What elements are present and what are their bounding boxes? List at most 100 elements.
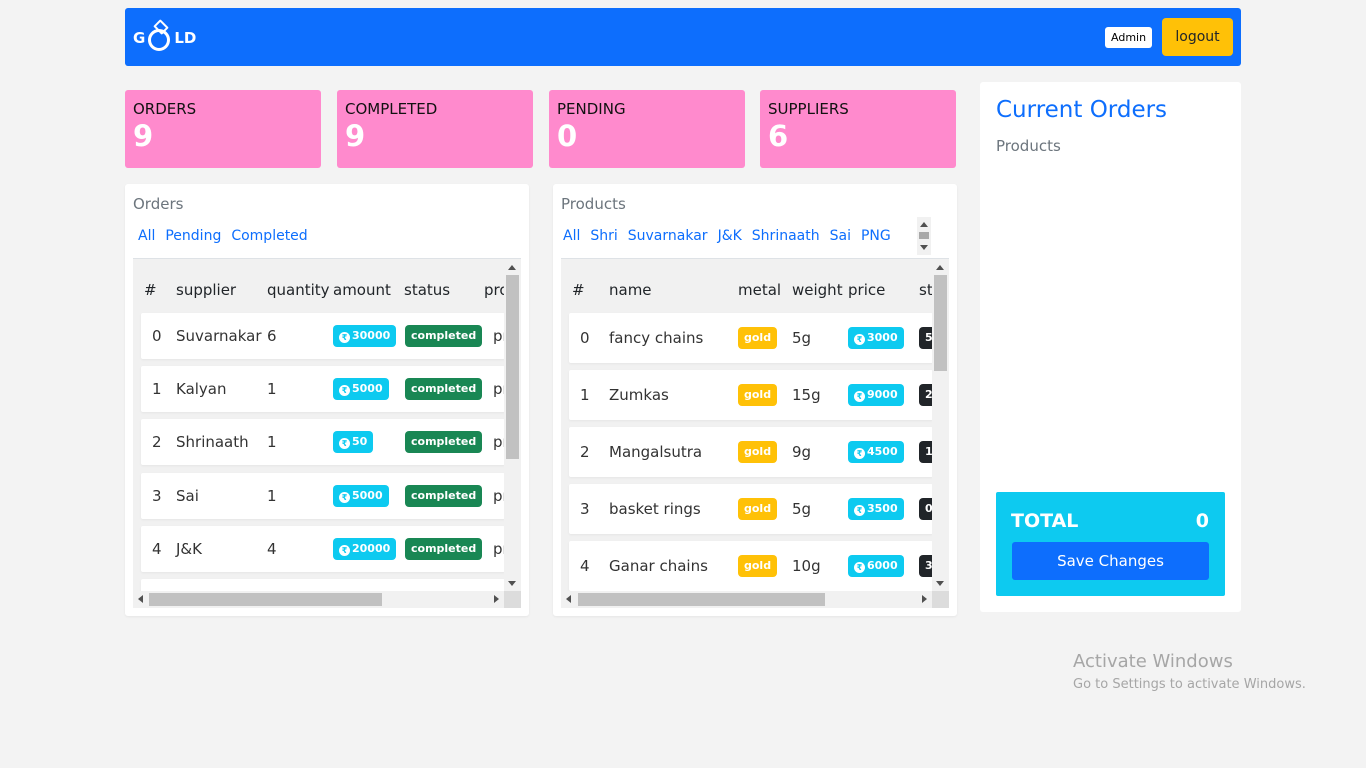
- table-row[interactable]: 3 Sai 1 ₹5000 completed pr: [141, 473, 505, 519]
- scroll-left-icon[interactable]: [566, 595, 571, 603]
- orders-panel: Orders All Pending Completed # supplier …: [125, 184, 529, 616]
- filter-pending[interactable]: Pending: [165, 228, 221, 244]
- table-row[interactable]: 2 Mangalsutra gold 9g ₹4500 1: [569, 427, 933, 477]
- scroll-left-icon[interactable]: [138, 595, 143, 603]
- table-row[interactable]: 4 Ganar chains gold 10g ₹6000 3: [569, 541, 933, 591]
- stock-value: 2: [919, 384, 933, 406]
- col-metal: metal: [738, 281, 782, 299]
- rupee-icon: ₹: [339, 492, 350, 503]
- table-row[interactable]: 1 Zumkas gold 15g ₹9000 2: [569, 370, 933, 420]
- scroll-up-icon[interactable]: [508, 265, 516, 270]
- scroll-up-icon[interactable]: [936, 265, 944, 270]
- stat-card-orders: ORDERS 9: [125, 90, 321, 168]
- products-panel-title: Products: [561, 195, 626, 213]
- orders-vertical-scrollbar[interactable]: [504, 259, 521, 592]
- metal-text: gold: [738, 498, 778, 520]
- logout-button[interactable]: logout: [1162, 18, 1233, 56]
- row-quantity: 6: [267, 327, 277, 345]
- table-row[interactable]: 0 Suvarnakar 6 ₹30000 completed pr: [141, 313, 505, 359]
- status-badge: completed: [405, 378, 483, 400]
- table-row[interactable]: 0 fancy chains gold 5g ₹3000 5: [569, 313, 933, 363]
- stat-card-completed: COMPLETED 9: [337, 90, 533, 168]
- stock-badge: 1: [919, 441, 933, 463]
- total-value: 0: [1195, 510, 1209, 532]
- row-name: basket rings: [609, 500, 701, 518]
- row-supplier: J&K: [176, 540, 202, 558]
- row-supplier: Kalyan: [176, 380, 227, 398]
- filter-jk[interactable]: J&K: [718, 228, 742, 244]
- status-text: completed: [405, 378, 483, 400]
- price-badge: ₹6000: [848, 555, 904, 577]
- scroll-right-icon[interactable]: [922, 595, 927, 603]
- amount-badge: ₹20000: [333, 538, 397, 560]
- metal-text: gold: [738, 327, 778, 349]
- status-text: completed: [405, 538, 483, 560]
- scroll-corner: [932, 591, 949, 608]
- row-index: 0: [152, 327, 162, 345]
- price-value: 4500: [867, 445, 898, 458]
- products-vertical-scrollbar[interactable]: [932, 259, 949, 592]
- amount-badge: ₹30000: [333, 325, 397, 347]
- filter-png[interactable]: PNG: [861, 228, 891, 244]
- ring-icon: [148, 29, 171, 51]
- stat-card-pending: PENDING 0: [549, 90, 745, 168]
- products-table-header: # name metal weight price st: [561, 259, 933, 319]
- filter-scrollbar[interactable]: [917, 217, 931, 255]
- status-text: completed: [405, 431, 483, 453]
- scroll-down-icon[interactable]: [920, 245, 928, 250]
- amount-value: 20000: [352, 542, 391, 555]
- metal-badge: gold: [738, 384, 778, 406]
- rupee-icon: ₹: [854, 391, 865, 402]
- logo-text-right: LD: [174, 29, 197, 47]
- scroll-up-icon[interactable]: [920, 222, 928, 227]
- admin-badge: Admin: [1105, 27, 1153, 48]
- products-table: # name metal weight price st 0 fancy cha…: [561, 258, 949, 608]
- save-changes-button[interactable]: Save Changes: [1012, 542, 1209, 580]
- scroll-thumb[interactable]: [506, 275, 519, 459]
- filter-all[interactable]: All: [563, 228, 580, 244]
- col-index: #: [572, 281, 585, 299]
- scroll-down-icon[interactable]: [508, 581, 516, 586]
- col-name: name: [609, 281, 652, 299]
- scroll-right-icon[interactable]: [494, 595, 499, 603]
- col-index: #: [144, 281, 157, 299]
- table-row[interactable]: 2 Shrinaath 1 ₹50 completed pr: [141, 419, 505, 465]
- orders-horizontal-scrollbar[interactable]: [133, 591, 504, 608]
- price-badge: ₹3500: [848, 498, 904, 520]
- row-quantity: 1: [267, 433, 277, 451]
- scroll-thumb[interactable]: [919, 232, 929, 239]
- row-weight: 15g: [792, 386, 821, 404]
- brand-logo[interactable]: G LD: [133, 23, 196, 53]
- status-text: completed: [405, 325, 483, 347]
- col-amount: amount: [333, 281, 391, 299]
- filter-sai[interactable]: Sai: [830, 228, 851, 244]
- activate-windows-subtitle: Go to Settings to activate Windows.: [1073, 677, 1306, 692]
- scroll-corner: [504, 591, 521, 608]
- amount-value: 5000: [352, 382, 383, 395]
- stock-badge: 0: [919, 498, 933, 520]
- stat-value: 0: [557, 119, 578, 153]
- metal-text: gold: [738, 441, 778, 463]
- scroll-thumb[interactable]: [578, 593, 825, 606]
- status-text: completed: [405, 485, 483, 507]
- filter-completed[interactable]: Completed: [231, 228, 307, 244]
- scroll-thumb[interactable]: [934, 275, 947, 371]
- price-badge: ₹4500: [848, 441, 904, 463]
- filter-shri[interactable]: Shri: [590, 228, 617, 244]
- filter-suvarnakar[interactable]: Suvarnakar: [628, 228, 708, 244]
- table-row[interactable]: 1 Kalyan 1 ₹5000 completed pr: [141, 366, 505, 412]
- row-supplier: Shrinaath: [176, 433, 249, 451]
- scroll-down-icon[interactable]: [936, 581, 944, 586]
- scroll-thumb[interactable]: [149, 593, 382, 606]
- filter-shrinaath[interactable]: Shrinaath: [752, 228, 820, 244]
- row-index: 4: [580, 557, 590, 575]
- row-weight: 9g: [792, 443, 812, 461]
- row-supplier: Suvarnakar: [176, 327, 262, 345]
- products-horizontal-scrollbar[interactable]: [561, 591, 932, 608]
- stat-label: PENDING: [557, 100, 626, 118]
- rupee-icon: ₹: [854, 505, 865, 516]
- table-row[interactable]: 4 J&K 4 ₹20000 completed pr: [141, 526, 505, 572]
- filter-all[interactable]: All: [138, 228, 155, 244]
- table-row[interactable]: 3 basket rings gold 5g ₹3500 0: [569, 484, 933, 534]
- amount-badge: ₹50: [333, 431, 374, 453]
